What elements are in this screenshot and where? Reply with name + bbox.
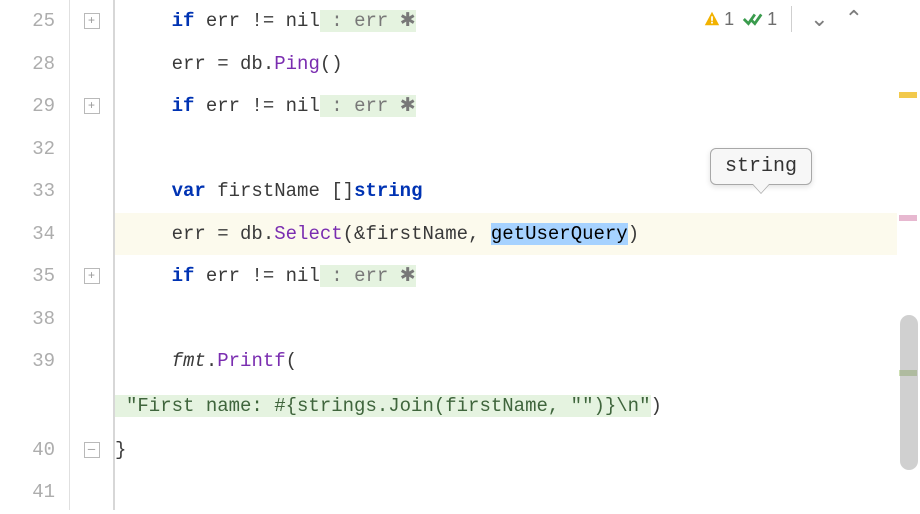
line-number[interactable]: 40	[0, 429, 69, 472]
line-number[interactable]: 28	[0, 43, 69, 86]
folded-hint[interactable]: : err ✱	[320, 265, 416, 287]
warning-marker[interactable]	[899, 92, 917, 98]
fold-expand-icon[interactable]: +	[84, 98, 100, 114]
chevron-down-icon[interactable]: ⌄	[806, 6, 832, 32]
code-text: err != nil	[206, 10, 320, 32]
double-check-icon	[742, 10, 764, 28]
warning-counter[interactable]: 1	[703, 9, 734, 30]
fold-expand-icon[interactable]: +	[84, 268, 100, 284]
fold-strip: + + + ─	[70, 0, 115, 510]
line-number[interactable]: 25	[0, 0, 69, 43]
warning-icon	[703, 10, 721, 28]
code-text: ()	[320, 53, 343, 75]
line-number[interactable]: 32	[0, 128, 69, 171]
line-number[interactable]: 33	[0, 170, 69, 213]
keyword-if: if	[172, 265, 195, 287]
code-text: err != nil	[206, 265, 320, 287]
folded-hint[interactable]: : err ✱	[320, 95, 416, 117]
type-tooltip: string	[710, 148, 812, 185]
line-number[interactable]: 38	[0, 298, 69, 341]
keyword-if: if	[172, 10, 195, 32]
tooltip-text: string	[725, 155, 797, 178]
line-number[interactable]: 41	[0, 471, 69, 514]
warning-count: 1	[724, 9, 734, 30]
function-call: Ping	[274, 53, 320, 75]
fold-collapse-end-icon[interactable]: ─	[84, 442, 100, 458]
code-editor: 25 28 29 32 33 34 35 38 39 40 41 + + + ─…	[0, 0, 920, 510]
close-brace: }	[115, 439, 126, 461]
line-number[interactable]	[0, 383, 69, 429]
folded-hint[interactable]: : err ✱	[320, 10, 416, 32]
keyword-if: if	[172, 95, 195, 117]
type-ident: string	[354, 180, 422, 202]
usage-marker[interactable]	[899, 215, 917, 221]
code-text: err = db.	[172, 223, 275, 245]
weak-warning-counter[interactable]: 1	[742, 9, 777, 30]
code-area[interactable]: if err != nil : err ✱ err = db.Ping() if…	[115, 0, 897, 510]
line-number-gutter: 25 28 29 32 33 34 35 38 39 40 41	[0, 0, 70, 510]
line-number[interactable]: 35	[0, 255, 69, 298]
keyword-var: var	[172, 180, 206, 202]
inspections-widget[interactable]: 1 1 ⌄ ⌃	[703, 6, 867, 32]
current-line: err = db.Select(&firstName, getUserQuery…	[115, 213, 897, 256]
selected-identifier[interactable]: getUserQuery	[491, 223, 628, 245]
code-text: err != nil	[206, 95, 320, 117]
code-text: (&firstName,	[343, 223, 491, 245]
vertical-scrollbar[interactable]	[900, 315, 918, 470]
fold-expand-icon[interactable]: +	[84, 13, 100, 29]
divider	[791, 6, 792, 32]
chevron-up-icon[interactable]: ⌃	[841, 6, 867, 32]
package-ident: fmt	[172, 350, 206, 372]
line-number[interactable]: 34	[0, 213, 69, 256]
function-call: Printf	[217, 350, 285, 372]
string-literal: "First name: #{strings.Join(firstName, "…	[115, 395, 651, 417]
error-stripe[interactable]	[897, 0, 920, 510]
weak-warning-count: 1	[767, 9, 777, 30]
line-number[interactable]: 29	[0, 85, 69, 128]
function-call: Select	[274, 223, 342, 245]
line-number[interactable]: 39	[0, 340, 69, 383]
code-text: err = db.	[172, 53, 275, 75]
code-text: firstName []	[206, 180, 354, 202]
code-text: )	[628, 223, 639, 245]
